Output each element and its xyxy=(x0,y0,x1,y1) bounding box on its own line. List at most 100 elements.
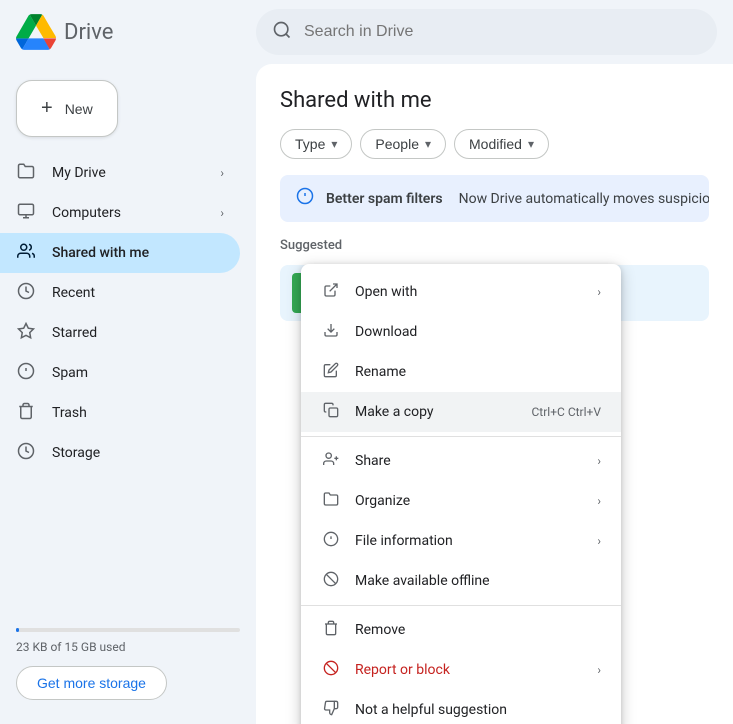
info-bold: Better spam filters xyxy=(326,191,443,207)
menu-item-label: Report or block xyxy=(355,662,583,678)
shared-with-me-icon xyxy=(16,242,36,265)
menu-divider-2 xyxy=(301,605,621,606)
chevron-down-icon: ▾ xyxy=(425,137,431,151)
organize-icon xyxy=(321,491,341,511)
chevron-right-icon: › xyxy=(220,206,224,220)
spam-icon xyxy=(16,362,36,385)
storage-icon xyxy=(16,442,36,465)
menu-item-organize[interactable]: Organize › xyxy=(301,481,621,521)
chevron-right-icon: › xyxy=(597,663,601,677)
menu-item-label: File information xyxy=(355,533,583,549)
open-with-icon xyxy=(321,282,341,302)
storage-section: 23 KB of 15 GB used Get more storage xyxy=(0,612,256,716)
menu-item-label: Remove xyxy=(355,622,601,638)
sidebar-item-label: Storage xyxy=(52,445,224,461)
filter-type-button[interactable]: Type ▾ xyxy=(280,129,352,159)
trash-icon xyxy=(16,402,36,425)
thumbs-down-icon xyxy=(321,700,341,720)
drive-logo-icon xyxy=(16,12,56,52)
report-icon xyxy=(321,660,341,680)
menu-item-share[interactable]: Share › xyxy=(301,441,621,481)
menu-item-label: Open with xyxy=(355,284,583,300)
sidebar-item-label: Starred xyxy=(52,325,224,341)
remove-icon xyxy=(321,620,341,640)
menu-divider xyxy=(301,436,621,437)
plus-icon: + xyxy=(41,97,53,120)
menu-item-open-with[interactable]: Open with › xyxy=(301,272,621,312)
chevron-right-icon: › xyxy=(220,166,224,180)
chevron-right-icon: › xyxy=(597,285,601,299)
filter-people-label: People xyxy=(375,136,419,152)
menu-item-label: Share xyxy=(355,453,583,469)
header: Drive xyxy=(0,0,733,64)
share-icon xyxy=(321,451,341,471)
sidebar-item-label: My Drive xyxy=(52,165,204,181)
context-menu: Open with › Download xyxy=(301,264,621,724)
sidebar-item-label: Spam xyxy=(52,365,224,381)
my-drive-icon xyxy=(16,162,36,185)
sidebar-item-label: Recent xyxy=(52,285,224,301)
sidebar-item-computers[interactable]: Computers › xyxy=(0,193,240,233)
get-more-storage-button[interactable]: Get more storage xyxy=(16,666,167,700)
menu-item-label: Not a helpful suggestion xyxy=(355,702,601,718)
menu-item-label: Download xyxy=(355,324,601,340)
menu-item-label: Make available offline xyxy=(355,573,601,589)
chevron-right-icon: › xyxy=(597,454,601,468)
logo-text: Drive xyxy=(64,20,113,45)
storage-bar-fill xyxy=(16,628,19,632)
menu-item-make-copy[interactable]: Make a copy Ctrl+C Ctrl+V xyxy=(301,392,621,432)
menu-item-remove[interactable]: Remove xyxy=(301,610,621,650)
menu-item-label: Rename xyxy=(355,364,601,380)
chevron-right-icon: › xyxy=(597,494,601,508)
sidebar-item-recent[interactable]: Recent xyxy=(0,273,240,313)
menu-item-label: Make a copy xyxy=(355,404,518,420)
menu-item-report-block[interactable]: Report or block › xyxy=(301,650,621,690)
sidebar-item-label: Computers xyxy=(52,205,204,221)
chevron-down-icon: ▾ xyxy=(528,137,534,151)
menu-item-available-offline[interactable]: Make available offline xyxy=(301,561,621,601)
new-button[interactable]: + New xyxy=(16,80,118,137)
menu-item-file-information[interactable]: File information › xyxy=(301,521,621,561)
sidebar-item-shared-with-me[interactable]: Shared with me xyxy=(0,233,240,273)
menu-item-not-helpful[interactable]: Not a helpful suggestion xyxy=(301,690,621,724)
recent-icon xyxy=(16,282,36,305)
offline-icon xyxy=(321,571,341,591)
search-input[interactable] xyxy=(304,23,701,41)
menu-item-download[interactable]: Download xyxy=(301,312,621,352)
storage-bar xyxy=(16,628,240,632)
sidebar-item-my-drive[interactable]: My Drive › xyxy=(0,153,240,193)
info-icon xyxy=(296,187,314,210)
sidebar-item-storage[interactable]: Storage xyxy=(0,433,240,473)
chevron-right-icon: › xyxy=(597,534,601,548)
menu-item-label: Organize xyxy=(355,493,583,509)
search-bar[interactable] xyxy=(256,9,717,55)
rename-icon xyxy=(321,362,341,382)
starred-icon xyxy=(16,322,36,345)
suggested-label: Suggested xyxy=(280,238,709,253)
new-button-label: New xyxy=(65,101,93,117)
info-banner: Better spam filters Now Drive automatica… xyxy=(280,175,709,222)
sidebar: + New My Drive › Computers › xyxy=(0,64,256,724)
content-area: Shared with me Type ▾ People ▾ Modified … xyxy=(256,64,733,724)
sidebar-item-starred[interactable]: Starred xyxy=(0,313,240,353)
copy-icon xyxy=(321,402,341,422)
storage-text: 23 KB of 15 GB used xyxy=(16,640,240,654)
computers-icon xyxy=(16,202,36,225)
sidebar-item-label: Trash xyxy=(52,405,224,421)
sidebar-item-spam[interactable]: Spam xyxy=(0,353,240,393)
main-layout: + New My Drive › Computers › xyxy=(0,64,733,724)
logo-area: Drive xyxy=(16,12,256,52)
download-icon xyxy=(321,322,341,342)
info-text: Now Drive automatically moves suspiciou xyxy=(459,191,709,207)
filter-modified-button[interactable]: Modified ▾ xyxy=(454,129,549,159)
filter-people-button[interactable]: People ▾ xyxy=(360,129,446,159)
filter-modified-label: Modified xyxy=(469,136,522,152)
sidebar-item-trash[interactable]: Trash xyxy=(0,393,240,433)
sidebar-item-label: Shared with me xyxy=(52,245,224,261)
chevron-down-icon: ▾ xyxy=(331,137,337,151)
menu-item-rename[interactable]: Rename xyxy=(301,352,621,392)
filter-bar: Type ▾ People ▾ Modified ▾ xyxy=(280,129,709,159)
search-icon xyxy=(272,20,292,45)
info-circle-icon xyxy=(321,531,341,551)
menu-shortcut: Ctrl+C Ctrl+V xyxy=(532,405,602,419)
